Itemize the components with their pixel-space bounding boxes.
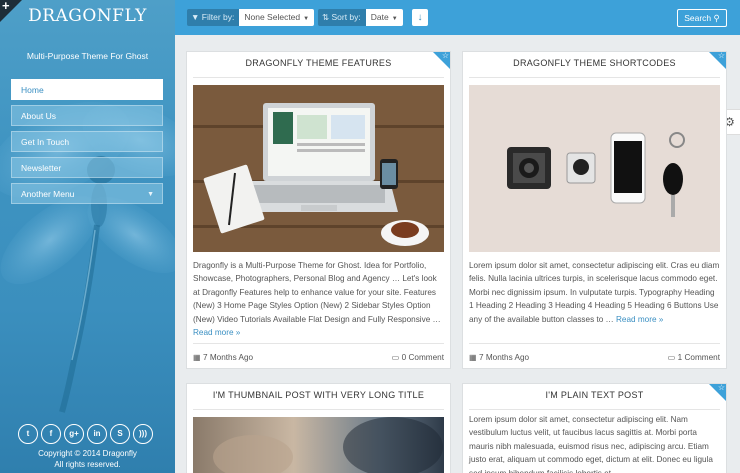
arrow-down-icon: ↓ — [417, 12, 423, 23]
post-card: ☆ I'M PLAIN TEXT POST Lorem ipsum dolor … — [462, 383, 727, 473]
divider — [193, 409, 444, 410]
divider — [469, 343, 720, 344]
sort-dropdown[interactable]: ⇅ Sort by: Date ▼ — [318, 9, 403, 26]
sort-value[interactable]: Date ▼ — [365, 9, 403, 26]
read-more-link[interactable]: Read more » — [616, 315, 663, 324]
filter-icon: ▼ — [191, 12, 202, 22]
copyright: Copyright © 2014 Dragonfly All rights re… — [0, 448, 175, 470]
post-excerpt: Dragonfly is a Multi-Purpose Theme for G… — [193, 261, 441, 338]
comments-link[interactable]: ▭ 0 Comment — [392, 352, 444, 362]
copyright-line: All rights reserved. — [54, 460, 121, 469]
sidebar-item-newsletter[interactable]: Newsletter — [11, 157, 163, 178]
post-excerpt: Lorem ipsum dolor sit amet, consectetur … — [469, 415, 713, 473]
social-links: t f g+ in S ))) — [18, 424, 153, 444]
post-image-gadgets[interactable] — [469, 85, 720, 252]
post-excerpt: Lorem ipsum dolor sit amet, consectetur … — [469, 261, 720, 324]
post-meta: ▦ 7 Months Ago ▭ 1 Comment — [469, 352, 720, 362]
site-brand[interactable]: DRAGONFLY — [0, 6, 175, 26]
sort-label: ⇅ Sort by: — [318, 9, 366, 26]
comment-icon: ▭ — [391, 353, 402, 362]
filter-label: ▼ Filter by: — [187, 9, 240, 26]
google-plus-icon[interactable]: g+ — [64, 424, 84, 444]
post-meta: ▦ 7 Months Ago ▭ 0 Comment — [193, 352, 444, 362]
copyright-line: Copyright © 2014 Dragonfly — [38, 449, 137, 458]
comments-link[interactable]: ▭ 1 Comment — [668, 352, 720, 362]
calendar-icon: ▦ — [469, 353, 480, 362]
post-image-laptop[interactable] — [193, 85, 444, 252]
post-card: I'M THUMBNAIL POST WITH VERY LONG TITLE — [186, 383, 451, 473]
post-date: 7 Months Ago — [203, 353, 254, 362]
sidebar-item-label: Newsletter — [21, 163, 62, 173]
filter-dropdown[interactable]: ▼ Filter by: None Selected ▼ — [187, 9, 315, 26]
search-button[interactable]: Search ⚲ — [677, 9, 727, 27]
sidebar-menu: Home About Us Get In Touch Newsletter An… — [11, 79, 163, 209]
sort-direction-button[interactable]: ↓ — [412, 9, 428, 26]
post-card: ☆ DRAGONFLY THEME FEATURES Dragonfly is … — [186, 51, 451, 369]
divider — [469, 77, 720, 78]
comment-icon: ▭ — [667, 353, 678, 362]
divider — [469, 409, 720, 410]
divider — [193, 77, 444, 78]
sidebar-item-label: Get In Touch — [21, 137, 70, 147]
filter-value[interactable]: None Selected ▼ — [239, 9, 315, 26]
post-title[interactable]: I'M THUMBNAIL POST WITH VERY LONG TITLE — [187, 390, 450, 400]
chevron-down-icon: ▼ — [147, 191, 154, 198]
search-icon: ⚲ — [713, 13, 720, 23]
sidebar-item-about-us[interactable]: About Us — [11, 105, 163, 126]
sidebar-item-get-in-touch[interactable]: Get In Touch — [11, 131, 163, 152]
rss-icon[interactable]: ))) — [133, 424, 153, 444]
linkedin-icon[interactable]: in — [87, 424, 107, 444]
post-title[interactable]: I'M PLAIN TEXT POST — [463, 390, 726, 400]
post-image-thumbnail[interactable] — [193, 417, 444, 473]
caret-down-icon: ▼ — [391, 16, 398, 22]
calendar-icon: ▦ — [193, 353, 204, 362]
read-more-link[interactable]: Read more » — [193, 328, 240, 337]
search-label: Search — [684, 13, 712, 23]
post-title[interactable]: DRAGONFLY THEME SHORTCODES — [463, 58, 726, 68]
post-title[interactable]: DRAGONFLY THEME FEATURES — [187, 58, 450, 68]
sidebar-item-label: Home — [21, 85, 44, 95]
sidebar: + DRAGONFLY Multi-Purpose Theme For Ghos… — [0, 0, 175, 473]
facebook-icon[interactable]: f — [41, 424, 61, 444]
caret-down-icon: ▼ — [303, 16, 310, 22]
twitter-icon[interactable]: t — [18, 424, 38, 444]
dragonfly-background-image — [0, 101, 175, 413]
skype-icon[interactable]: S — [110, 424, 130, 444]
site-tagline: Multi-Purpose Theme For Ghost — [26, 51, 149, 61]
sidebar-item-label: Another Menu — [21, 189, 75, 199]
sidebar-item-label: About Us — [21, 111, 56, 121]
top-toolbar: ▼ Filter by: None Selected ▼ ⇅ Sort by: D… — [175, 0, 740, 35]
sidebar-item-home[interactable]: Home — [11, 79, 163, 100]
divider — [193, 343, 444, 344]
post-card: ☆ DRAGONFLY THEME SHORTCODES Lorem ipsum… — [462, 51, 727, 369]
post-date: 7 Months Ago — [479, 353, 530, 362]
sidebar-item-another-menu[interactable]: Another Menu ▼ — [11, 183, 163, 204]
